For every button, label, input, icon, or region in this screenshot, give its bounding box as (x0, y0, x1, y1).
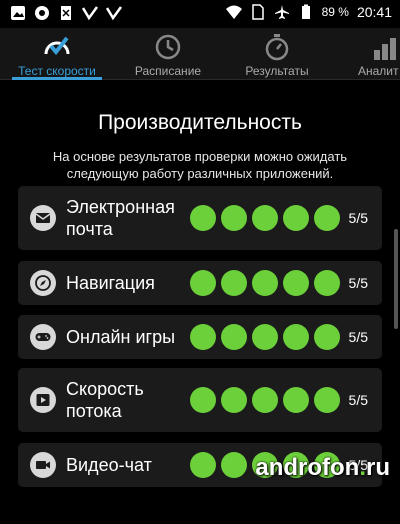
refresh-clock-icon (155, 34, 181, 60)
row-online-games: Онлайн игры 5/5 (18, 315, 382, 359)
row-label: Навигация (66, 273, 155, 293)
row-label: Видео-чат (66, 455, 152, 475)
watermark: androfon.ru (255, 454, 390, 482)
row-score: 5/5 (348, 210, 368, 226)
rating-dot (252, 324, 278, 350)
stopwatch-icon (265, 34, 289, 61)
rating-dot (190, 205, 216, 231)
tab-speed-test[interactable]: Тест скорости (10, 28, 104, 80)
tab-analytics[interactable]: Аналит (352, 28, 400, 80)
rating-dots (190, 387, 340, 413)
watermark-dot: . (359, 454, 366, 481)
image-notification-icon (11, 6, 25, 20)
rating-dots (190, 324, 340, 350)
rating-dot (252, 205, 278, 231)
bar-chart-icon (374, 38, 396, 60)
compass-icon (30, 270, 56, 296)
tab-label: Результаты (245, 64, 309, 78)
tab-label: Аналит (358, 64, 399, 78)
row-label: Онлайн игры (66, 327, 176, 347)
tab-label: Расписание (134, 64, 202, 78)
row-score: 5/5 (348, 392, 368, 408)
row-streaming: Скорость потока 5/5 (18, 368, 382, 432)
play-icon (30, 387, 56, 413)
rating-dot (283, 387, 309, 413)
rating-dot (190, 387, 216, 413)
speedometer-check-icon (44, 36, 70, 56)
rating-dot (221, 205, 247, 231)
row-label: Электронная почта (66, 197, 175, 239)
rating-dot (252, 270, 278, 296)
check-notification-icon-2 (106, 6, 122, 21)
mail-icon (30, 205, 56, 231)
row-score: 5/5 (348, 329, 368, 345)
gamepad-icon (30, 324, 56, 350)
row-score: 5/5 (348, 275, 368, 291)
rating-dot (221, 387, 247, 413)
rating-dot (190, 324, 216, 350)
wifi-icon (225, 5, 242, 19)
rating-dots (190, 270, 340, 296)
watermark-tld: ru (366, 454, 390, 481)
rating-dot (314, 205, 340, 231)
rating-dot (190, 452, 216, 478)
rating-dot (314, 270, 340, 296)
watermark-name: androfon (255, 454, 360, 481)
app-notification-icon (35, 6, 49, 20)
rating-dot (283, 324, 309, 350)
row-navigation: Навигация 5/5 (18, 261, 382, 305)
rating-dot (221, 270, 247, 296)
active-tab-indicator (12, 77, 102, 80)
row-email: Электронная почта 5/5 (18, 186, 382, 250)
tab-results[interactable]: Результаты (230, 28, 324, 80)
page-subtitle: На основе результатов проверки можно ожи… (52, 149, 348, 181)
rating-dot (190, 270, 216, 296)
tab-label: Тест скорости (18, 64, 96, 78)
row-label: Скорость потока (66, 379, 144, 421)
tab-schedule[interactable]: Расписание (120, 28, 216, 80)
battery-percent: 89 % (321, 5, 349, 19)
rating-dot (221, 324, 247, 350)
rating-dots (190, 205, 340, 231)
sim-icon (251, 4, 264, 20)
rating-dot (314, 387, 340, 413)
airplane-mode-icon (274, 5, 289, 19)
rating-dot (314, 324, 340, 350)
scrollbar[interactable] (394, 229, 398, 329)
file-notification-icon (61, 6, 71, 20)
rating-dot (252, 387, 278, 413)
clock: 20:41 (356, 4, 392, 20)
battery-icon (301, 4, 310, 19)
tab-bar: Тест скорости Расписание Результаты Анал… (0, 28, 400, 80)
rating-dot (283, 205, 309, 231)
check-notification-icon (82, 6, 98, 21)
page-title: Производительность (98, 111, 302, 134)
rating-dot (221, 452, 247, 478)
video-camera-icon (30, 452, 56, 478)
rating-dot (283, 270, 309, 296)
status-bar: 89 % 20:41 (0, 0, 400, 28)
